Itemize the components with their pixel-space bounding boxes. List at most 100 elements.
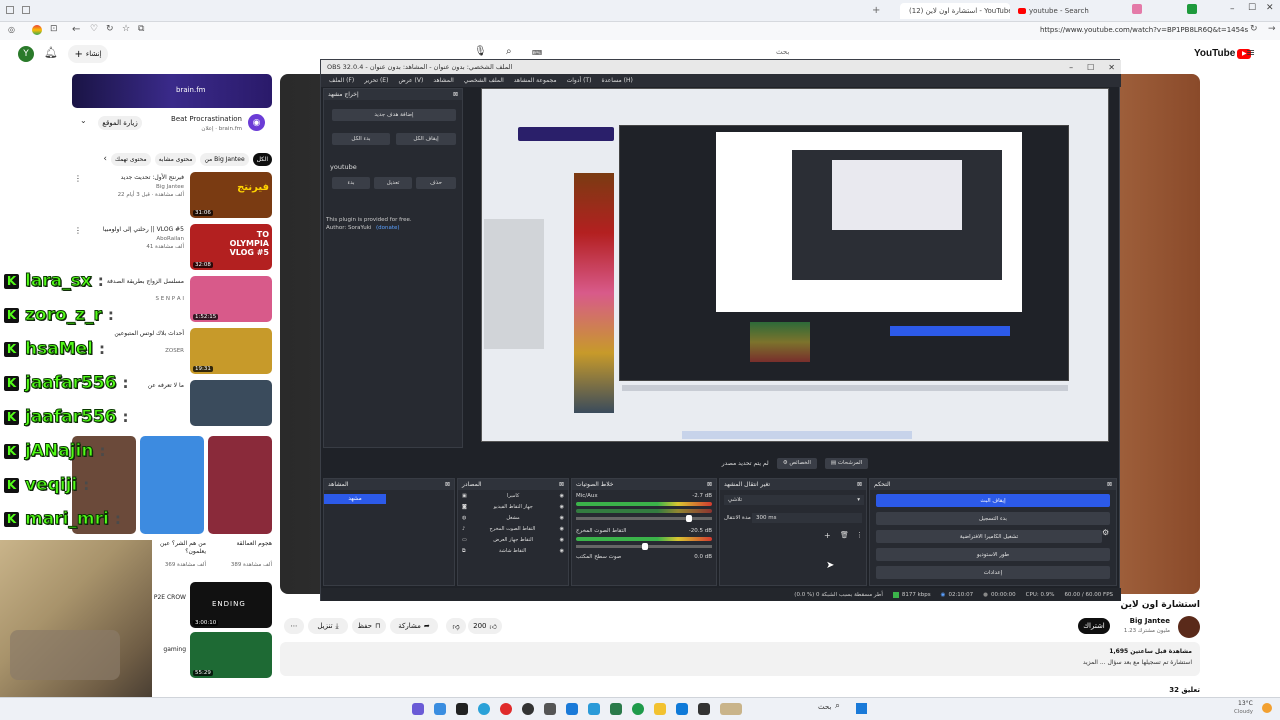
subscribe-button[interactable]: اشتراك — [1078, 618, 1110, 634]
video-thumbnail[interactable]: 1:52:15 — [190, 276, 272, 322]
visibility-eye-icon[interactable]: ◉ — [560, 493, 564, 499]
add-transition-icon[interactable]: + — [824, 531, 831, 540]
ad-banner[interactable]: brain.fm — [72, 74, 272, 108]
menu-file[interactable]: الملف (F) — [329, 77, 354, 84]
source-item[interactable]: ⧉ التقاط شاشة ◉ — [462, 548, 564, 554]
app-icon[interactable] — [412, 703, 424, 715]
minimize-window-icon[interactable]: – — [1230, 4, 1235, 14]
donate-link[interactable]: (donate) — [376, 225, 400, 231]
hamburger-menu-icon[interactable]: ≡ — [1246, 46, 1255, 59]
share-button[interactable]: مشاركة ➦ — [390, 618, 438, 634]
short-thumbnail[interactable] — [208, 436, 272, 534]
favorite-icon[interactable]: ♡ — [90, 24, 98, 34]
more-options-icon[interactable]: ⋮ — [74, 226, 82, 235]
studio-mode-button[interactable]: طور الاستوديو — [876, 548, 1110, 561]
voice-search-icon[interactable]: 🎙︎ — [474, 46, 487, 57]
notifications-icon[interactable]: 🔔︎ — [44, 46, 58, 59]
video-thumbnail[interactable]: 32:08 TO OLYMPIA VLOG #5 — [190, 224, 272, 270]
source-item[interactable]: ◙ جهاز التقاط الفيديو ◉ — [462, 504, 564, 510]
properties-button[interactable]: ⚙ الخصائص — [776, 457, 817, 469]
target-start-button[interactable]: بدء — [332, 177, 370, 189]
visibility-eye-icon[interactable]: ◉ — [560, 515, 564, 521]
slider-handle[interactable] — [686, 515, 692, 522]
menu-scene-collection[interactable]: مجموعة المشاهد — [514, 77, 557, 84]
chevron-left-icon[interactable]: ‹ — [103, 154, 107, 164]
app-icon[interactable] — [456, 703, 468, 715]
volume-slider[interactable] — [576, 543, 712, 550]
back-icon[interactable]: ← — [72, 24, 80, 35]
address-bar[interactable]: https://www.youtube.com/watch?v=BP1PB8LR… — [1040, 26, 1248, 34]
windows-start-icon[interactable] — [856, 703, 867, 714]
like-button[interactable]: 200 👍︎ — [468, 618, 502, 634]
tab-active[interactable]: استشارة اون لاين (12) - YouTube — [900, 3, 1010, 19]
channel-name[interactable]: Big Jantee — [1130, 617, 1170, 625]
slider-handle[interactable] — [642, 543, 648, 550]
visibility-eye-icon[interactable]: ◉ — [560, 548, 564, 554]
download-button[interactable]: تنزيل ⤓ — [308, 618, 348, 634]
channel-avatar[interactable] — [1178, 616, 1200, 638]
description-box[interactable]: 1,695 مشاهدة قبل ساعتين استشارة تم تسجيل… — [280, 642, 1200, 676]
source-item[interactable]: ◍ مشغل ◉ — [462, 515, 564, 521]
dislike-button[interactable]: 👎︎ — [446, 618, 466, 634]
app-icon[interactable] — [588, 703, 600, 715]
obs-icon[interactable] — [522, 703, 534, 715]
menu-tools[interactable]: أدوات (T) — [567, 77, 592, 84]
profile-icon[interactable] — [32, 25, 42, 35]
sidebar-toggle-icon[interactable]: ⊡ — [50, 24, 58, 34]
more-options-icon[interactable]: ⋮ — [856, 531, 863, 539]
dock-float-icon[interactable]: ⊠ — [559, 481, 564, 488]
ad-title[interactable]: Beat Procrastination — [171, 115, 242, 123]
save-button[interactable]: حفظ ⊓ — [352, 618, 386, 634]
app-icon[interactable] — [610, 703, 622, 715]
scene-item[interactable]: مشهد — [324, 494, 386, 504]
app-icon[interactable] — [720, 703, 742, 715]
video-thumbnail[interactable]: 19:31 — [190, 328, 272, 374]
menu-edit[interactable]: تحرير (E) — [364, 77, 388, 84]
target-delete-button[interactable]: حذف — [416, 177, 456, 189]
bookmark-icon[interactable]: ☆ — [122, 24, 130, 34]
menu-view[interactable]: عرض (V) — [398, 77, 423, 84]
video-thumbnail[interactable]: 31:06 فيرنتج — [190, 172, 272, 218]
virtual-camera-settings-icon[interactable]: ⚙ — [1102, 528, 1109, 537]
extension-icon[interactable] — [1132, 4, 1142, 14]
app-icon[interactable] — [676, 703, 688, 715]
minimize-icon[interactable]: – — [1069, 63, 1073, 72]
app-menu-icon[interactable]: ◎ — [8, 25, 15, 34]
stop-streaming-button[interactable]: إيقاف البث — [876, 494, 1110, 507]
chevron-down-icon[interactable]: ⌄ — [80, 116, 87, 125]
search-icon[interactable]: ⌕ — [506, 46, 512, 57]
more-options-icon[interactable]: ⋮ — [74, 174, 82, 183]
menu-help[interactable]: مساعدة (H) — [601, 77, 632, 84]
start-all-button[interactable]: بدء الكل — [332, 133, 390, 145]
target-edit-button[interactable]: تعديل — [374, 177, 412, 189]
start-virtual-camera-button[interactable]: تشغيل الكاميرا الافتراضية — [876, 530, 1102, 543]
video-thumbnail[interactable] — [190, 380, 272, 426]
visibility-eye-icon[interactable]: ◉ — [560, 526, 564, 532]
source-item[interactable]: ▭ التقاط جهاز العرض ◉ — [462, 537, 564, 543]
dock-float-icon[interactable]: ⊠ — [445, 481, 450, 488]
menu-profile[interactable]: الملف الشخصي — [464, 77, 504, 84]
filters-button[interactable]: ▤ المرشحات — [824, 457, 869, 469]
split-view-icon[interactable]: ⧉ — [138, 24, 144, 34]
delete-transition-icon[interactable]: 🗑︎ — [840, 531, 849, 539]
refresh-icon[interactable]: ↻ — [1250, 24, 1258, 34]
video-thumbnail[interactable]: ENDING 3:00:10 — [190, 582, 272, 628]
chip-channel[interactable]: من Big Jantee — [200, 152, 249, 166]
video-thumbnail[interactable]: 55:29 — [190, 632, 272, 678]
obs-preview[interactable] — [481, 88, 1109, 442]
kick-extension-icon[interactable] — [1187, 4, 1197, 14]
duration-input[interactable]: 300 ms — [752, 513, 862, 523]
close-window-icon[interactable]: ✕ — [1266, 3, 1274, 13]
stop-all-button[interactable]: إيقاف الكل — [396, 133, 456, 145]
visibility-eye-icon[interactable]: ◉ — [560, 504, 564, 510]
app-icon[interactable] — [434, 703, 446, 715]
add-target-button[interactable]: إضافة هدف جديد — [332, 109, 456, 121]
tab-search[interactable]: youtube - Search — [1012, 3, 1122, 19]
search-icon[interactable]: ⌕ — [835, 701, 840, 711]
chip-interest[interactable]: محتوى تهمك — [111, 152, 151, 166]
youtube-logo[interactable]: YouTube ▶ — [1194, 48, 1252, 59]
browser-icon[interactable] — [632, 703, 644, 715]
close-icon[interactable]: ✕ — [1108, 63, 1115, 72]
preview-scrollbar[interactable] — [622, 385, 1068, 391]
forward-icon[interactable]: → — [1268, 24, 1276, 34]
